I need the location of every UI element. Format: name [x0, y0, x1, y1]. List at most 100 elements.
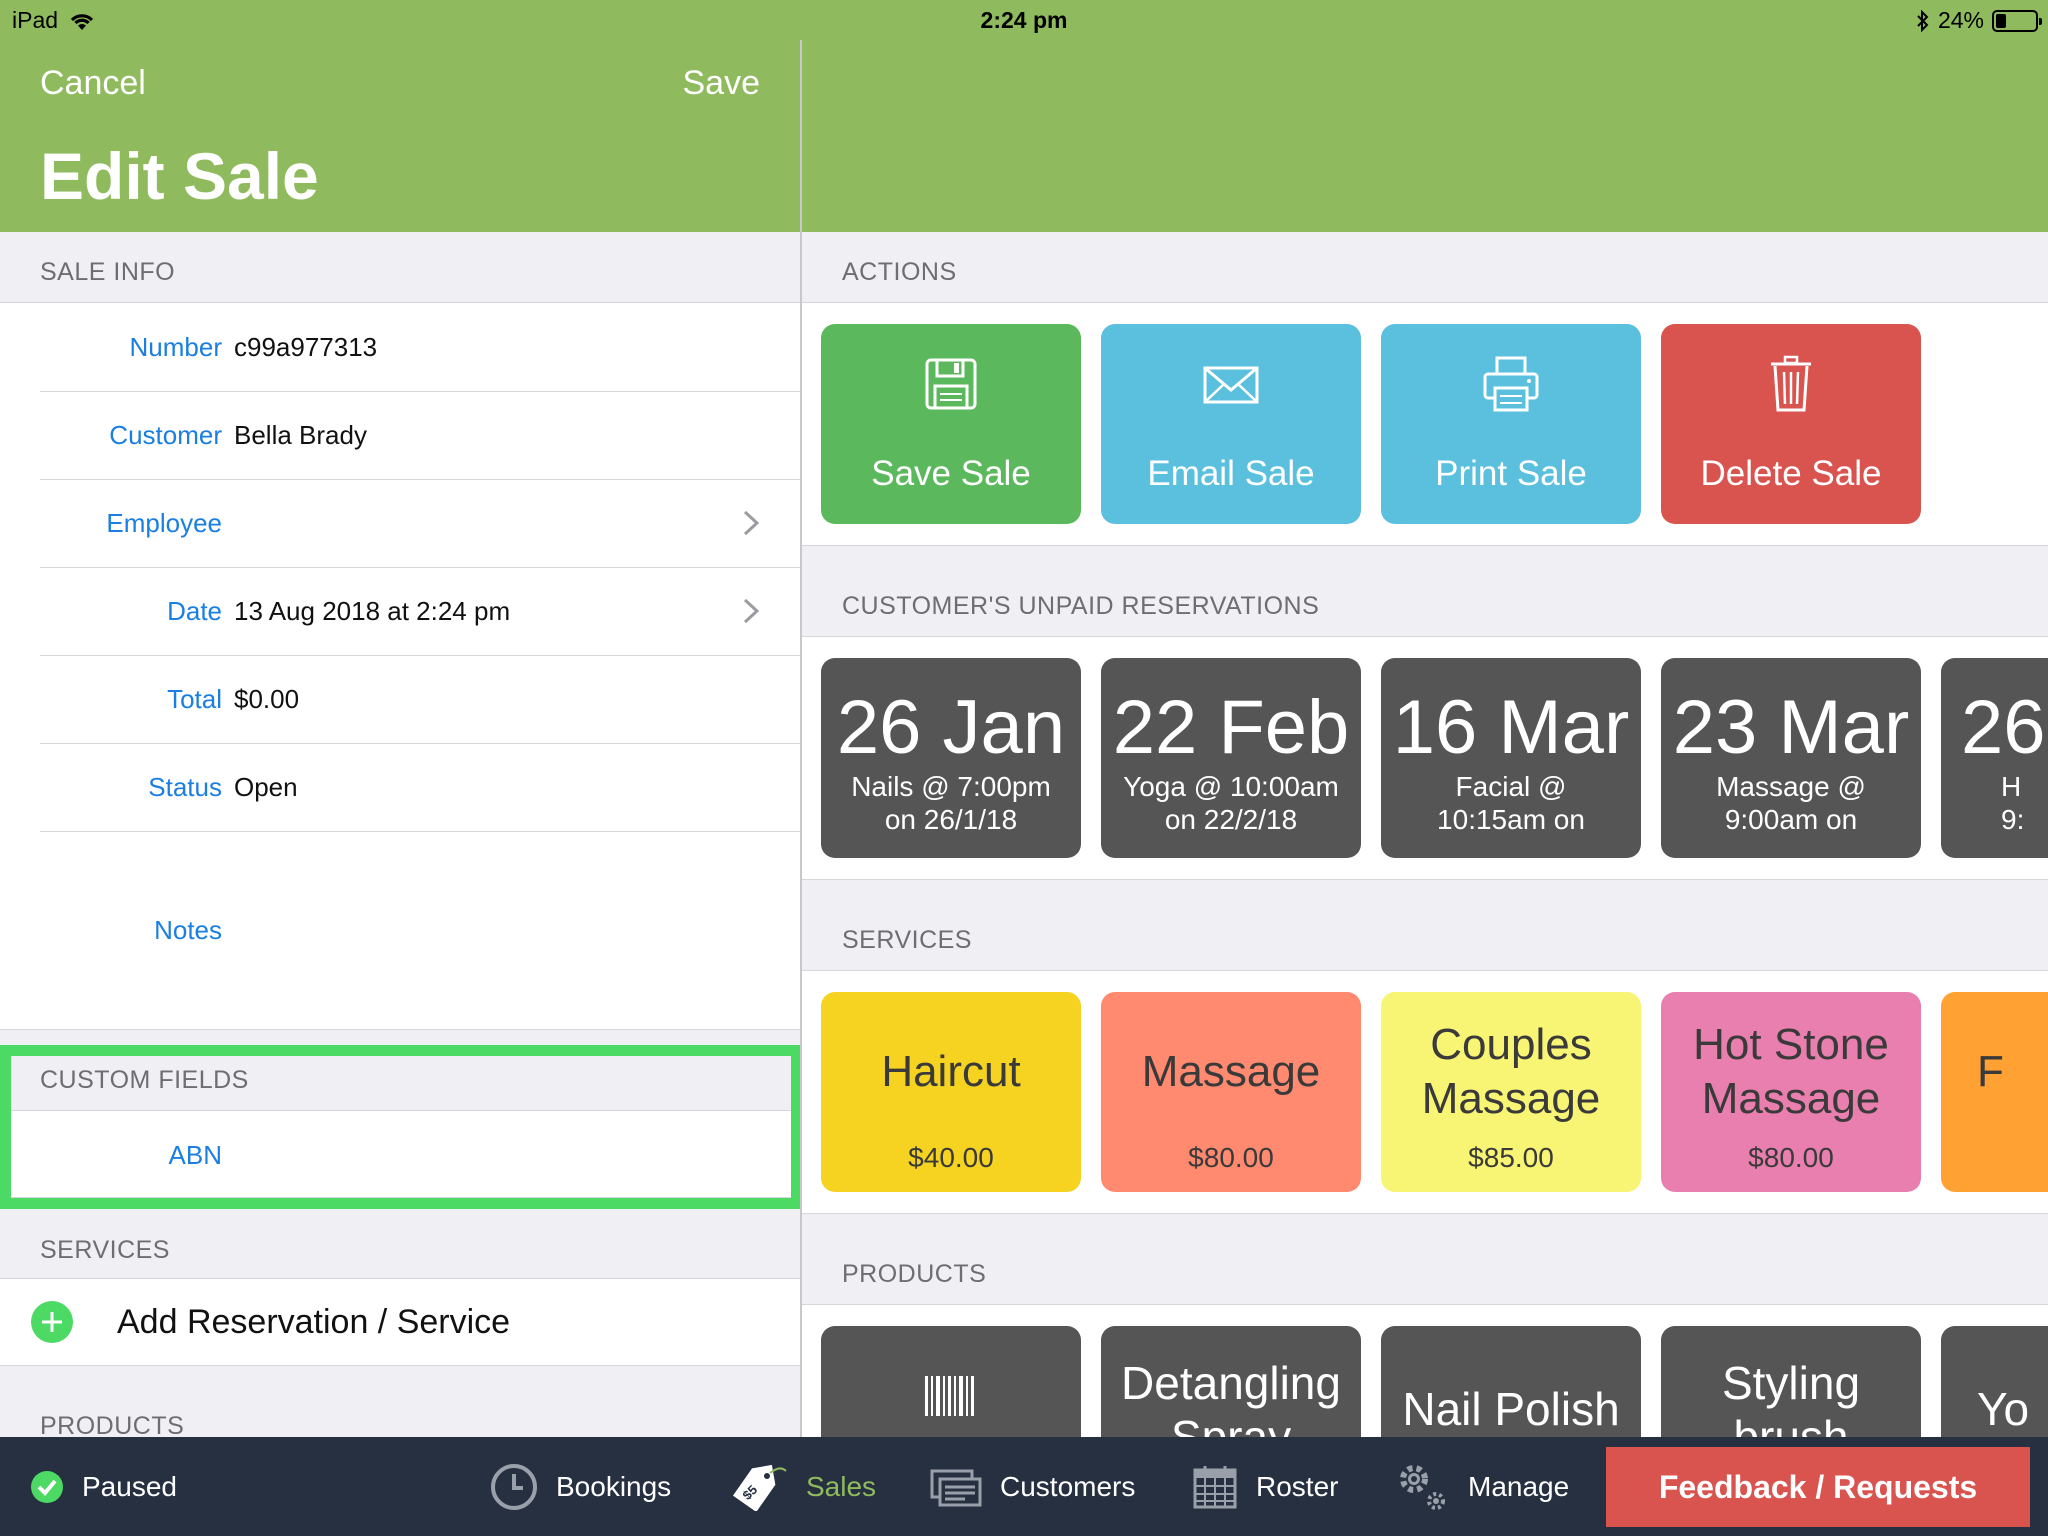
reservation-tile[interactable]: 26 H 9: [1941, 658, 2048, 858]
price-tag-icon: $5 [732, 1464, 787, 1511]
service-tile-haircut[interactable]: Haircut $40.00 [821, 992, 1081, 1192]
date-row[interactable]: Date 13 Aug 2018 at 2:24 pm [0, 567, 800, 655]
check-circle-icon [31, 1470, 63, 1503]
total-value: $0.00 [234, 683, 300, 714]
cards-icon [930, 1469, 982, 1506]
reservation-date: 26 Jan [836, 685, 1066, 770]
delete-sale-label: Delete Sale [1700, 454, 1882, 493]
product-tile[interactable]: Styling brush [1661, 1326, 1921, 1437]
cancel-button[interactable]: Cancel [40, 64, 146, 103]
tab-customers-label: Customers [1000, 1470, 1136, 1502]
battery-percent: 24% [1937, 7, 1984, 33]
actions-strip: Save Sale Email Sale Print Sale Delete S… [802, 302, 2048, 546]
service-price: $80.00 [1188, 1142, 1274, 1173]
save-button[interactable]: Save [683, 64, 761, 103]
reservation-date: 16 Mar [1392, 685, 1630, 770]
notes-label: Notes [154, 914, 222, 945]
reservation-detail: Facial @10:15am on [1437, 771, 1585, 835]
service-tile-partial[interactable]: F [1941, 992, 2048, 1192]
add-reservation-label: Add Reservation / Service [117, 1302, 511, 1341]
email-sale-button[interactable]: Email Sale [1101, 324, 1361, 524]
save-sale-label: Save Sale [871, 454, 1031, 493]
employee-label: Employee [106, 507, 222, 538]
tab-bookings-label: Bookings [556, 1470, 672, 1502]
total-label: Total [167, 683, 222, 714]
reservations-header: CUSTOMER'S UNPAID RESERVATIONS [842, 592, 1320, 620]
service-name: Haircut [881, 1047, 1021, 1096]
status-label: Status [148, 771, 222, 802]
notes-row[interactable]: Notes [0, 831, 800, 1029]
reservation-date: 23 Mar [1672, 685, 1910, 770]
service-name: Massage [1141, 1047, 1321, 1096]
reservation-detail: Yoga @ 10:00am on 22/2/18 [1123, 771, 1339, 835]
plus-icon [31, 1301, 73, 1343]
bottom-tab-bar: Paused Bookings $5 Sales Customers Roste… [0, 1437, 2048, 1536]
custom-fields-highlight [0, 1045, 800, 1209]
reservation-tile[interactable]: 26 Jan Nails @ 7:00pm on 26/1/18 [821, 658, 1081, 858]
sale-info-form: Number c99a977313 Customer Bella Brady E… [0, 302, 800, 1030]
customer-value: Bella Brady [234, 419, 367, 450]
trash-icon [1771, 355, 1811, 412]
service-tile-couples-massage[interactable]: Couples Massage $85.00 [1381, 992, 1641, 1192]
reservation-date: 22 Feb [1112, 685, 1350, 770]
service-price: $40.00 [908, 1142, 994, 1173]
product-tile[interactable]: Nail Polish [1381, 1326, 1641, 1437]
product-name: Yo [1977, 1383, 2030, 1435]
chevron-right-icon [743, 510, 760, 536]
service-name: F [1977, 1047, 2004, 1096]
customer-label: Customer [109, 419, 222, 450]
service-price: $85.00 [1468, 1142, 1554, 1173]
reservation-date: 26 [1961, 685, 2046, 770]
number-row[interactable]: Number c99a977313 [0, 303, 800, 391]
clock: 2:24 pm [980, 7, 1068, 33]
print-sale-label: Print Sale [1435, 454, 1587, 493]
add-reservation-button[interactable]: Add Reservation / Service [0, 1279, 800, 1365]
number-label: Number [129, 331, 222, 362]
products-strip: Detangling Spray Nail Polish Styling bru… [802, 1304, 2048, 1437]
status-bar: iPad 2:24 pm 24% [0, 0, 2048, 40]
reservation-tile[interactable]: 16 Mar Facial @10:15am on [1381, 658, 1641, 858]
status-row[interactable]: Status Open [0, 743, 800, 831]
date-value: 13 Aug 2018 at 2:24 pm [234, 595, 511, 626]
services-grid-header: SERVICES [842, 926, 972, 954]
paused-status[interactable]: Paused [30, 1437, 177, 1536]
product-tile[interactable]: Yo [1941, 1326, 2048, 1437]
tab-sales-label: Sales [806, 1470, 877, 1502]
email-sale-label: Email Sale [1147, 454, 1315, 493]
tab-sales[interactable]: $5 Sales [730, 1437, 876, 1536]
tab-manage[interactable]: Manage [1394, 1437, 1569, 1536]
status-value: Open [234, 771, 298, 802]
sale-options-panel: ACTIONS Save Sale Email Sale Print Sale … [802, 0, 2048, 1437]
tab-customers[interactable]: Customers [930, 1437, 1135, 1536]
date-label: Date [167, 595, 222, 626]
reservation-tile[interactable]: 23 Mar Massage @9:00am on [1661, 658, 1921, 858]
product-name: Detangling Spray [1121, 1357, 1341, 1437]
service-tile-hot-stone-massage[interactable]: Hot Stone Massage $80.00 [1661, 992, 1921, 1192]
product-scan-tile[interactable] [821, 1326, 1081, 1437]
chevron-right-icon [743, 598, 760, 624]
tab-roster[interactable]: Roster [1192, 1437, 1338, 1536]
feedback-requests-button[interactable]: Feedback / Requests [1606, 1447, 2030, 1527]
tab-bookings[interactable]: Bookings [490, 1437, 671, 1536]
reservation-detail: Nails @ 7:00pm on 26/1/18 [851, 771, 1051, 835]
employee-row[interactable]: Employee [0, 479, 800, 567]
reservations-strip: 26 Jan Nails @ 7:00pm on 26/1/18 22 Feb Y… [802, 636, 2048, 880]
tab-roster-label: Roster [1256, 1470, 1339, 1502]
service-price: $80.00 [1748, 1142, 1834, 1173]
bluetooth-icon [1917, 9, 1929, 32]
products-header: PRODUCTS [40, 1412, 185, 1437]
reservation-detail: Massage @9:00am on [1716, 771, 1866, 835]
delete-sale-button[interactable]: Delete Sale [1661, 324, 1921, 524]
battery-icon [1992, 9, 2042, 32]
envelope-icon [1203, 366, 1259, 404]
product-tile[interactable]: Detangling Spray [1101, 1326, 1361, 1437]
reservation-tile[interactable]: 22 Feb Yoga @ 10:00am on 22/2/18 [1101, 658, 1361, 858]
gears-icon [1400, 1464, 1445, 1510]
service-tile-massage[interactable]: Massage $80.00 [1101, 992, 1361, 1192]
printer-icon [1483, 356, 1539, 412]
print-sale-button[interactable]: Print Sale [1381, 324, 1641, 524]
tab-manage-label: Manage [1468, 1470, 1570, 1502]
save-sale-button[interactable]: Save Sale [821, 324, 1081, 524]
services-header: SERVICES [40, 1236, 170, 1264]
customer-row[interactable]: Customer Bella Brady [0, 391, 800, 479]
